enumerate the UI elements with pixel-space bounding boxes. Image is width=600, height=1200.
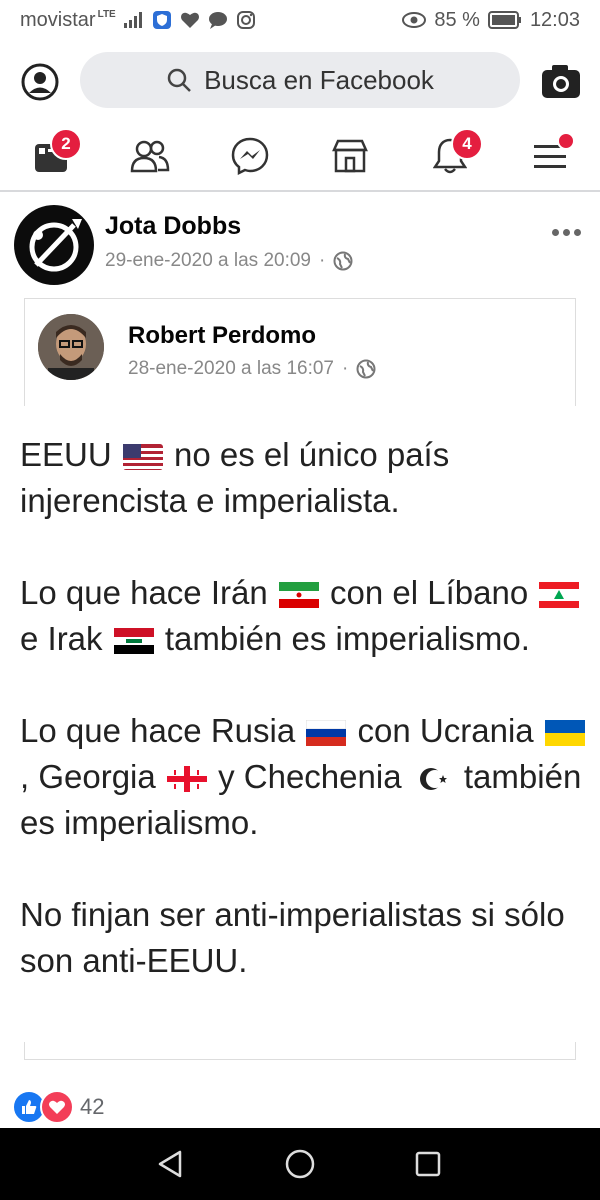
shared-post-meta: 28-ene-2020 a las 16:07 ·	[128, 358, 376, 380]
post-timestamp[interactable]: 29-ene-2020 a las 20:09	[105, 250, 311, 272]
shared-author-avatar[interactable]	[38, 314, 104, 380]
chat-bubble-icon	[208, 12, 227, 29]
back-triangle-icon	[158, 1150, 182, 1178]
top-bar: Busca en Facebook	[0, 52, 600, 110]
post-author-avatar[interactable]	[14, 205, 94, 285]
notifications-badge: 4	[451, 128, 483, 160]
profile-avatar-button[interactable]	[20, 62, 60, 102]
tab-friends[interactable]	[125, 132, 175, 180]
friends-icon	[130, 140, 170, 173]
lebanon-flag-icon	[539, 582, 580, 608]
tab-messenger[interactable]	[225, 132, 275, 180]
meta-separator: ·	[319, 250, 326, 271]
tab-marketplace[interactable]	[325, 132, 375, 180]
battery-percent: 85 %	[434, 8, 480, 31]
shared-post-image[interactable]: EEUU no es el único país injerencista e …	[0, 406, 600, 1042]
text-fragment: y Chechenia	[218, 758, 402, 795]
post-meta: 29-ene-2020 a las 20:09 ·	[105, 250, 353, 272]
text-fragment: e Irak	[20, 620, 103, 657]
nav-bar: 2 4	[0, 120, 600, 192]
text-fragment: con el Líbano	[330, 574, 529, 611]
text-fragment: Lo que hace Irán	[20, 574, 268, 611]
sword-logo-icon	[29, 219, 82, 272]
shared-author-name[interactable]: Robert Perdomo	[128, 322, 316, 350]
paragraph-4: No finjan ser anti-imperialistas si sólo…	[20, 896, 565, 979]
globe-icon	[356, 359, 376, 379]
crescent-star-icon	[419, 768, 447, 790]
profile-icon	[21, 63, 59, 101]
paragraph-1: EEUU no es el único país injerencista e …	[20, 432, 590, 524]
reaction-count: 42	[80, 1094, 105, 1119]
georgia-flag-icon	[166, 766, 207, 792]
search-input[interactable]: Busca en Facebook	[80, 52, 520, 108]
iraq-flag-icon	[113, 628, 154, 654]
battery-icon	[487, 11, 521, 29]
text-fragment: también es imperialismo.	[164, 620, 530, 657]
paragraph-3: Lo que hace Rusia con Ucrania , Georgia …	[20, 708, 590, 846]
heart-icon	[180, 12, 199, 28]
status-right: 85 % 12:03	[402, 9, 580, 32]
text-fragment: EEUU	[20, 436, 112, 473]
recents-square-icon	[415, 1151, 441, 1177]
shared-timestamp[interactable]: 28-ene-2020 a las 16:07	[128, 358, 334, 380]
system-navigation-bar	[0, 1128, 600, 1200]
post-author-name[interactable]: Jota Dobbs	[105, 212, 241, 241]
signal-icon	[123, 12, 142, 28]
search-icon	[167, 68, 191, 92]
status-left: movistar LTE	[20, 9, 256, 32]
feed-badge: 2	[50, 128, 82, 160]
text-fragment: con Ucrania	[357, 712, 534, 749]
tab-feed[interactable]: 2	[26, 128, 82, 180]
person-photo-icon	[38, 314, 104, 380]
eye-icon	[402, 12, 427, 28]
tab-notifications[interactable]: 4	[425, 128, 483, 180]
search-placeholder: Busca en Facebook	[204, 64, 434, 95]
shield-icon	[152, 11, 171, 29]
network-label: LTE	[97, 8, 116, 20]
recents-button[interactable]	[410, 1146, 446, 1182]
text-fragment: Lo que hace Rusia	[20, 712, 296, 749]
back-button[interactable]	[152, 1146, 188, 1182]
carrier-label: movistar	[20, 8, 96, 31]
home-button[interactable]	[282, 1146, 318, 1182]
menu-dot	[557, 132, 575, 150]
reactions-summary[interactable]: 42	[12, 1090, 104, 1124]
tab-menu[interactable]	[525, 132, 575, 180]
usa-flag-icon	[122, 444, 163, 470]
paragraph-2: Lo que hace Irán con el Líbano e Irak ta…	[20, 570, 590, 662]
status-bar: movistar LTE 85 % 12:03	[0, 0, 600, 40]
ukraine-flag-icon	[544, 720, 585, 746]
marketplace-icon	[332, 139, 368, 173]
camera-button[interactable]	[540, 62, 582, 100]
russia-flag-icon	[306, 720, 347, 746]
shared-meta-separator: ·	[342, 358, 349, 379]
home-circle-icon	[285, 1149, 315, 1179]
post-text: EEUU no es el único país injerencista e …	[20, 432, 590, 1030]
text-fragment: , Georgia	[20, 758, 156, 795]
clock: 12:03	[529, 8, 580, 31]
iran-flag-icon	[278, 582, 319, 608]
messenger-icon	[231, 137, 269, 175]
camera-icon	[542, 65, 580, 98]
instagram-icon	[236, 11, 255, 29]
globe-icon	[333, 251, 353, 271]
more-options-button[interactable]	[552, 222, 586, 242]
love-reaction-icon	[40, 1090, 74, 1124]
